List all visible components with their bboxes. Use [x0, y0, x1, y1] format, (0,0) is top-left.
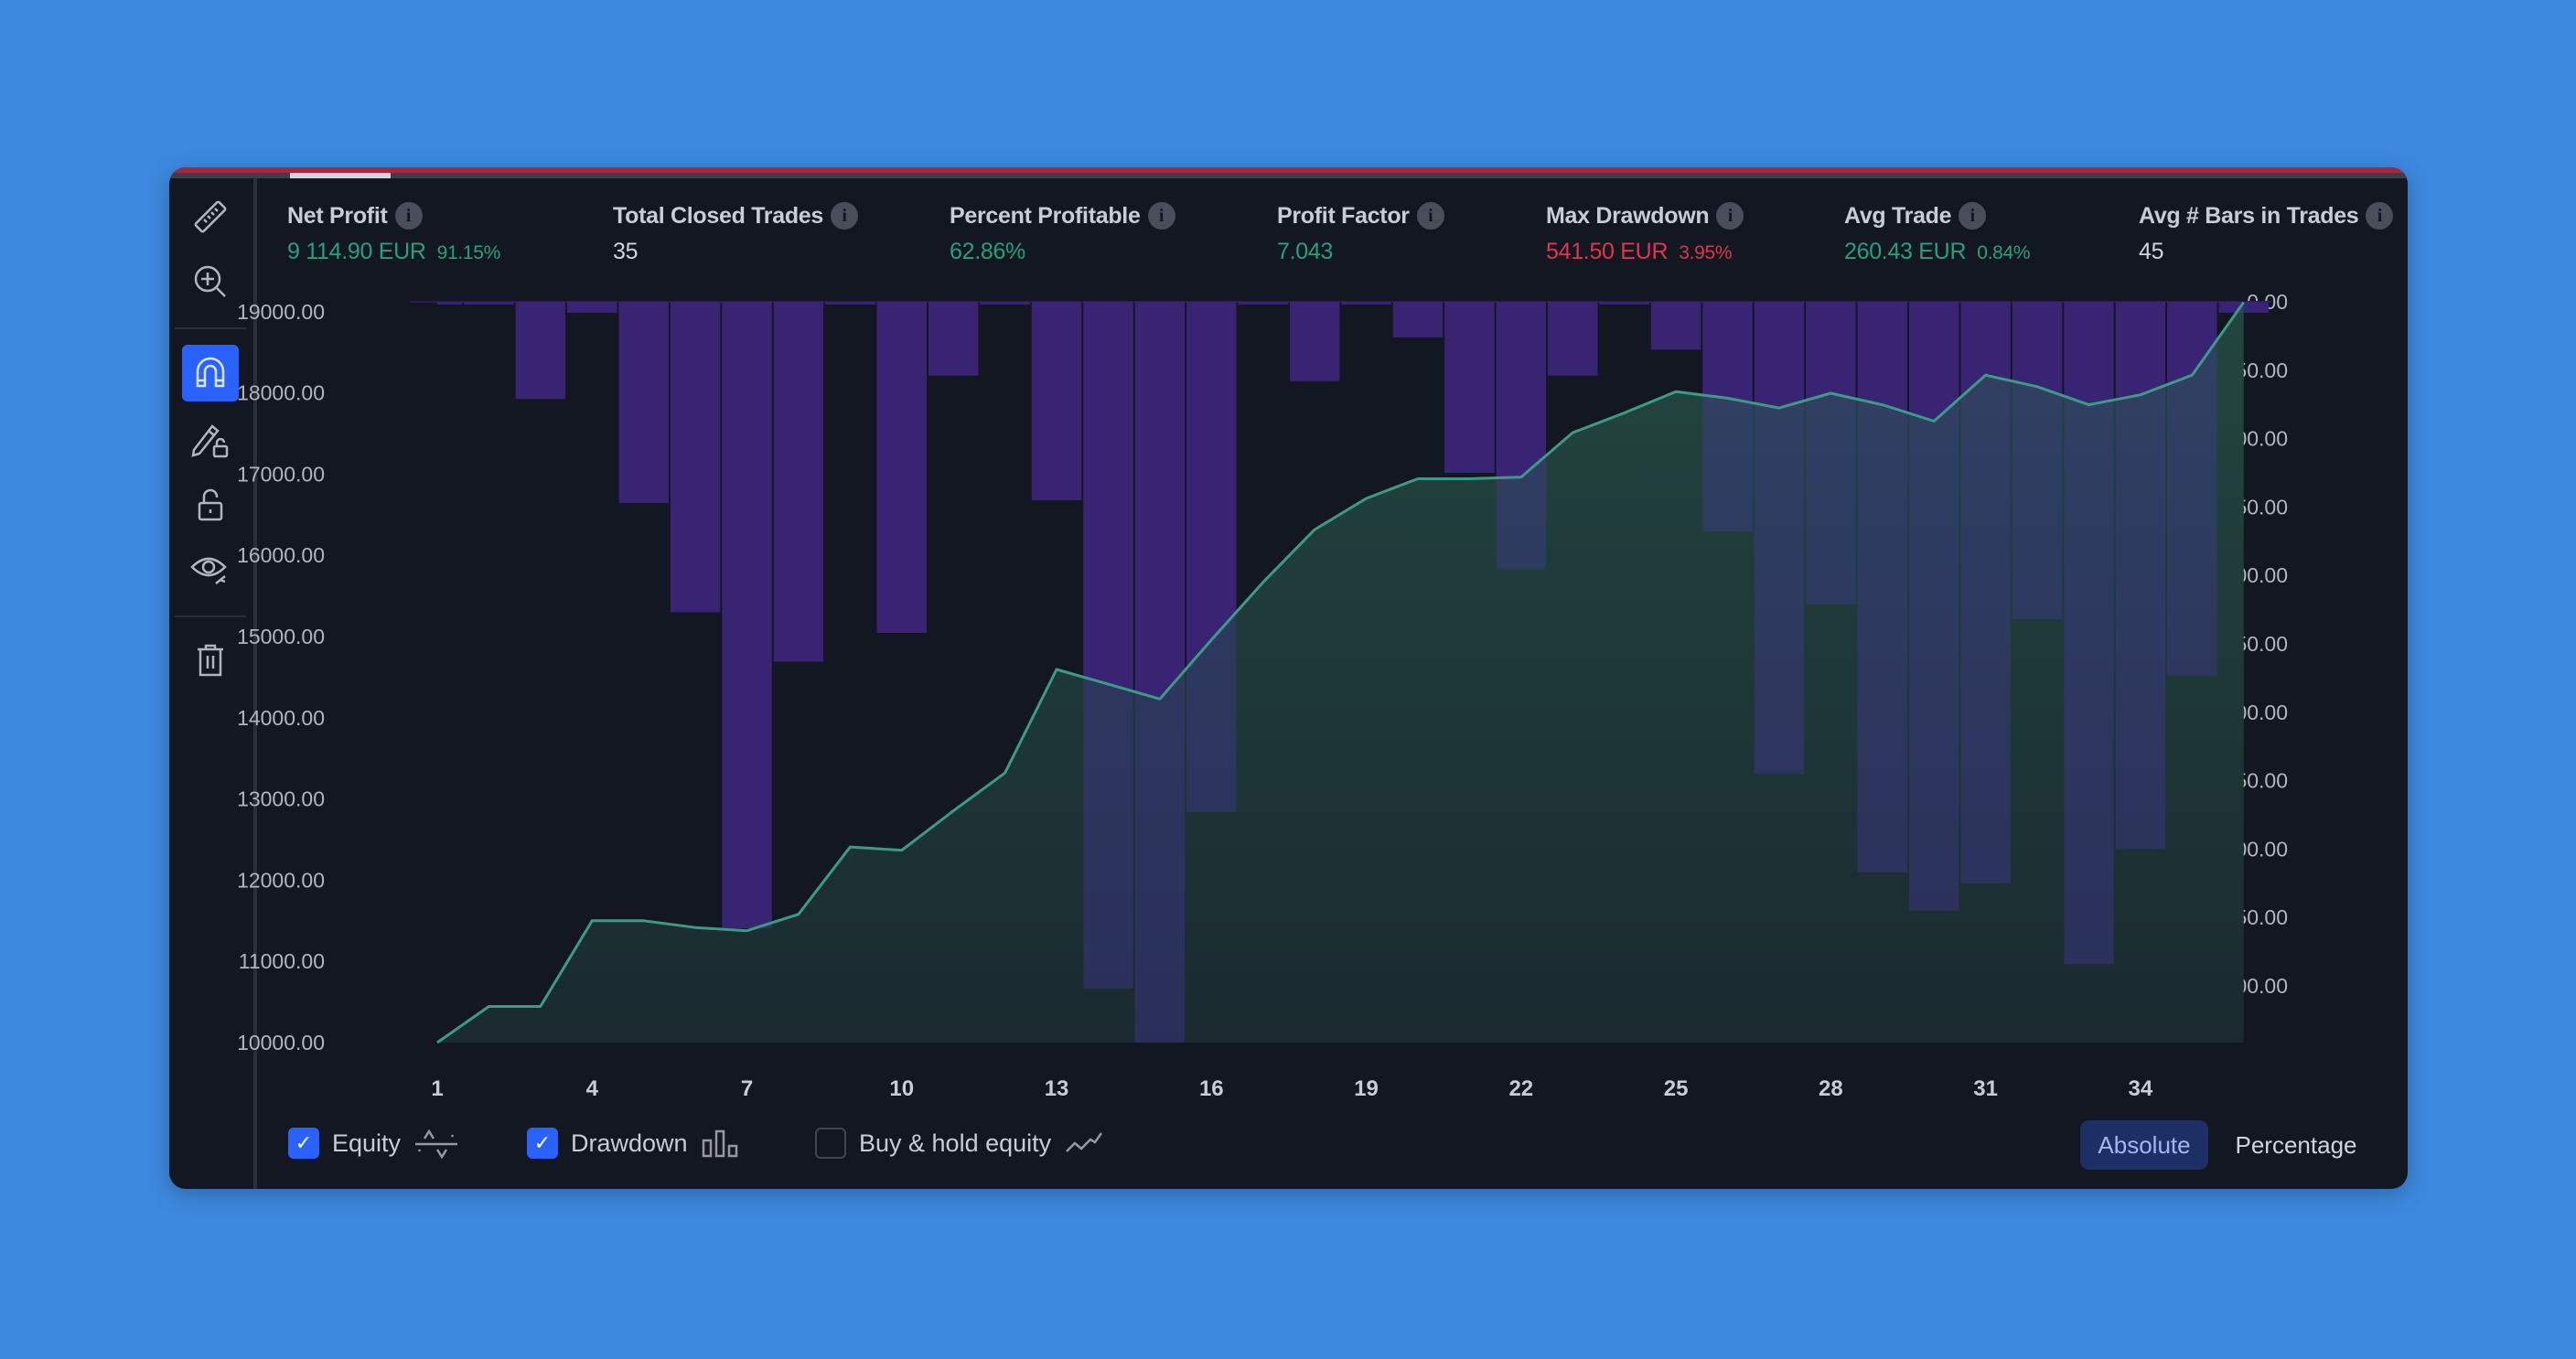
trend-line-icon: [1064, 1128, 1104, 1159]
drawdown-bar-overlay: [722, 302, 772, 929]
drawdown-bar-overlay: [1548, 302, 1598, 376]
legend-buy-hold[interactable]: Buy & hold equity: [815, 1128, 1104, 1159]
x-axis-tick-label: 1: [431, 1076, 443, 1101]
drawdown-bar-overlay: [515, 302, 566, 400]
left-axis-tick-label: 18000.00: [237, 381, 325, 405]
drawdown-bar-overlay: [1031, 302, 1082, 500]
drawdown-bar-overlay: [1599, 302, 1649, 305]
drawdown-bar-overlay: [1857, 302, 1907, 872]
drawdown-bar-overlay: [876, 302, 927, 634]
left-axis-tick-label: 13000.00: [237, 787, 325, 811]
drawdown-bar-overlay: [825, 302, 875, 305]
x-axis-tick-label: 31: [1973, 1076, 1998, 1101]
x-axis: 1 4 7 10 13 16 19 22 25 28 31 34: [431, 1076, 2153, 1101]
x-axis-tick-label: 28: [1819, 1076, 1843, 1101]
legend-equity[interactable]: ✓ Equity: [288, 1128, 459, 1159]
left-axis-tick-label: 17000.00: [237, 462, 325, 486]
drawdown-bar-overlay: [567, 302, 617, 313]
check-icon: ✓: [295, 1131, 313, 1155]
drawdown-bar-overlay: [2167, 302, 2217, 676]
drawdown-bar-overlay: [437, 302, 463, 305]
x-axis-tick-label: 22: [1508, 1076, 1533, 1101]
drawdown-bar-overlay: [1238, 302, 1288, 305]
left-axis-tick-label: 15000.00: [237, 625, 325, 648]
drawdown-bar-overlay: [618, 302, 669, 503]
drawdown-bar-overlay: [1496, 302, 1547, 569]
left-axis-tick-label: 12000.00: [237, 868, 325, 892]
drawdown-bar-overlay: [1806, 302, 1856, 605]
left-axis-tick-label: 14000.00: [237, 706, 325, 730]
x-axis-tick-label: 34: [2129, 1076, 2153, 1101]
left-axis-tick-label: 19000.00: [237, 300, 325, 324]
drawdown-bar-overlay: [980, 302, 1030, 305]
left-y-axis: 19000.00 18000.00 17000.00 16000.00 15000.00…: [237, 300, 325, 1054]
drawdown-bar-overlay: [1186, 302, 1237, 813]
bars-icon: [701, 1128, 741, 1159]
legend-buy-hold-label: Buy & hold equity: [859, 1129, 1052, 1157]
drawdown-bar-overlay: [1083, 302, 1133, 989]
buy-hold-checkbox[interactable]: [815, 1128, 846, 1159]
legend-drawdown[interactable]: ✓ Drawdown: [527, 1128, 741, 1159]
equity-checkbox[interactable]: ✓: [288, 1128, 319, 1159]
x-axis-tick-label: 10: [889, 1076, 914, 1101]
drawdown-bar-overlay: [1702, 302, 1753, 532]
x-axis-tick-label: 19: [1354, 1076, 1379, 1101]
drawdown-bar-overlay: [1908, 302, 1959, 911]
x-axis-tick-label: 16: [1199, 1076, 1224, 1101]
drawdown-bar-overlay: [928, 302, 979, 376]
drawdown-bar-overlay: [464, 302, 514, 305]
drawdown-bar-overlay: [670, 302, 721, 613]
percentage-toggle[interactable]: Percentage: [2218, 1120, 2374, 1170]
drawdown-bar-overlay: [2115, 302, 2166, 850]
x-axis-tick-label: 4: [586, 1076, 599, 1101]
drawdown-bar-overlay: [1134, 302, 1186, 1043]
equity-line-icon: [413, 1128, 459, 1159]
x-axis-tick-label: 13: [1045, 1076, 1069, 1101]
drawdown-bar-overlay: [1444, 302, 1495, 473]
x-axis-tick-label: 7: [741, 1076, 753, 1101]
left-axis-tick-label: 11000.00: [239, 949, 325, 973]
absolute-toggle[interactable]: Absolute: [2080, 1120, 2208, 1170]
left-axis-tick-label: 16000.00: [237, 543, 325, 567]
drawdown-bar-overlay: [773, 302, 824, 662]
equity-drawdown-chart[interactable]: 19000.00 18000.00 17000.00 16000.00 15000.00…: [169, 167, 2408, 1189]
legend-equity-label: Equity: [332, 1129, 402, 1157]
drawdown-checkbox[interactable]: ✓: [527, 1128, 558, 1159]
drawdown-bar-overlay: [1341, 302, 1391, 305]
left-axis-tick-label: 10000.00: [237, 1031, 325, 1054]
strategy-report-panel: Net Profit i 9 114.90 EUR 91.15% Total Clo…: [169, 167, 2408, 1189]
check-icon: ✓: [533, 1131, 552, 1155]
drawdown-bar-overlay: [1289, 302, 1340, 381]
drawdown-bar-overlay: [1754, 302, 1805, 775]
drawdown-bar-overlay: [1650, 302, 1701, 350]
x-axis-tick-label: 25: [1664, 1076, 1689, 1101]
drawdown-bar-overlay: [1392, 302, 1444, 337]
drawdown-bar-overlay: [2012, 302, 2063, 620]
legend-drawdown-label: Drawdown: [571, 1129, 688, 1157]
